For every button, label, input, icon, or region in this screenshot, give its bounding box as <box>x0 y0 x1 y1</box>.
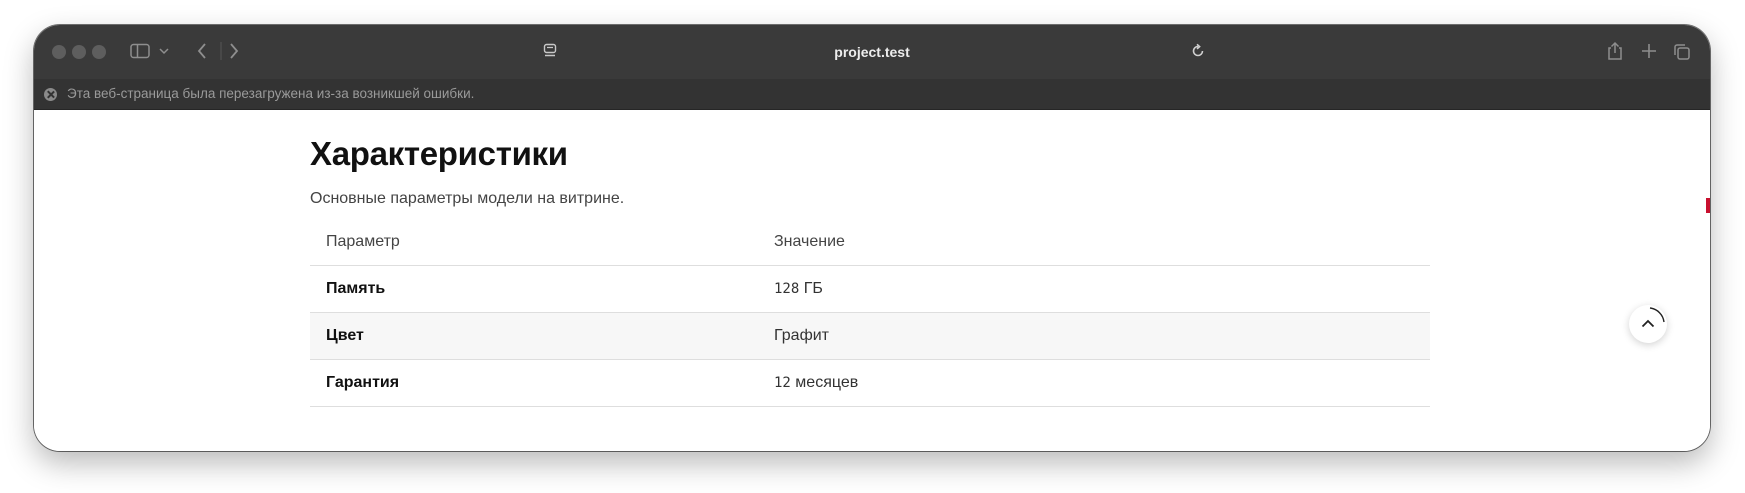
browser-window: project.test Эта веб-страница была перез… <box>34 25 1710 451</box>
screen: project.test Эта веб-страница была перез… <box>0 0 1745 493</box>
param-value: Графит <box>758 312 1430 360</box>
chevron-up-icon <box>1641 307 1665 328</box>
specs-table: Параметр Значение Память 128 ГБ Цвет Гра… <box>310 219 1430 407</box>
table-row: Цвет Графит <box>310 312 1430 360</box>
tabs-overview-icon[interactable] <box>1673 43 1691 61</box>
scroll-to-top-button[interactable] <box>1629 305 1667 343</box>
column-header-param: Параметр <box>310 219 758 266</box>
column-header-value: Значение <box>758 219 1430 266</box>
share-icon[interactable] <box>1606 41 1624 61</box>
address-bar-url[interactable]: project.test <box>34 44 1710 60</box>
value-number: 128 <box>774 281 800 297</box>
param-value: 128 ГБ <box>758 265 1430 313</box>
table-header-row: Параметр Значение <box>310 219 1430 266</box>
reload-icon[interactable] <box>1190 43 1206 59</box>
param-name: Гарантия <box>310 359 758 407</box>
value-number: 12 <box>774 375 791 391</box>
new-tab-icon[interactable] <box>1641 43 1657 59</box>
param-name: Память <box>310 265 758 313</box>
page-content: Характеристики Основные параметры модели… <box>34 110 1710 451</box>
table-row: Гарантия 12 месяцев <box>310 359 1430 407</box>
error-banner-text: Эта веб-страница была перезагружена из-з… <box>67 86 475 101</box>
error-icon <box>44 88 57 101</box>
browser-toolbar: project.test <box>34 25 1710 79</box>
param-name: Цвет <box>310 312 758 360</box>
page-title: Характеристики <box>310 135 568 172</box>
value-unit: ГБ <box>799 280 823 297</box>
table-row: Память 128 ГБ <box>310 265 1430 313</box>
error-banner: Эта веб-страница была перезагружена из-з… <box>34 79 1710 110</box>
param-value: 12 месяцев <box>758 359 1430 407</box>
value-unit: месяцев <box>790 374 859 391</box>
accent-edge-marker <box>1706 198 1710 213</box>
page-subtitle: Основные параметры модели на витрине. <box>310 190 625 207</box>
